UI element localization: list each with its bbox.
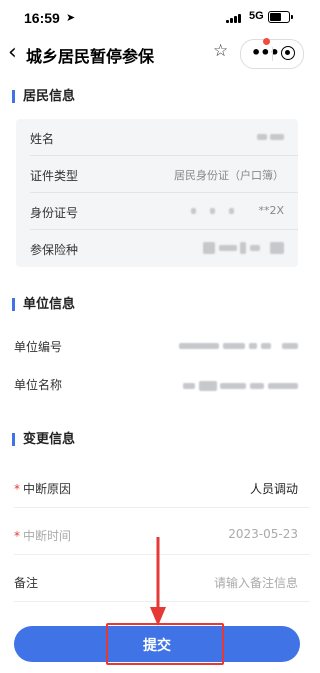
info-label: 参保险种 <box>30 243 79 257</box>
info-row-insurance-type: 参保险种 <box>16 230 298 267</box>
note-label: 备注 <box>14 576 39 590</box>
reason-picker[interactable]: * 中断原因 人员调动 <box>0 468 310 508</box>
info-row-name: 姓名 <box>16 119 298 156</box>
close-target-icon[interactable] <box>281 46 295 60</box>
unit-row-name: 单位名称 <box>0 364 310 404</box>
status-bar: 16:59 ➤ 5G <box>0 0 310 36</box>
info-row-id-number: 身份证号 **2X <box>16 193 298 230</box>
reason-label: * 中断原因 <box>14 482 72 496</box>
signal-icon <box>226 13 246 23</box>
reason-value: 人员调动 <box>249 482 298 496</box>
more-icon[interactable]: ••• <box>251 43 280 62</box>
info-value-blurred <box>203 241 284 254</box>
annotation-arrow-icon <box>150 537 166 626</box>
resident-info-card: 姓名 证件类型 居民身份证（户口簿） 身份证号 **2X 参保险种 <box>16 119 298 267</box>
unit-label: 单位编号 <box>14 340 63 354</box>
unit-value-blurred <box>179 338 298 352</box>
unit-row-code: 单位编号 <box>0 326 310 366</box>
unit-label: 单位名称 <box>14 378 63 392</box>
id-number-suffix: **2X <box>258 204 284 217</box>
network-type: 5G <box>249 10 264 22</box>
star-icon[interactable]: ☆ <box>213 41 228 61</box>
back-chevron-icon[interactable]: ‹ <box>8 40 17 65</box>
mini-program-capsule: ••• <box>240 38 304 69</box>
info-value: **2X <box>190 204 284 217</box>
section-title-change: 变更信息 <box>12 433 75 446</box>
info-row-id-type: 证件类型 居民身份证（户口簿） <box>16 156 298 193</box>
annotation-highlight-box <box>106 623 224 665</box>
section-title-unit: 单位信息 <box>12 298 75 311</box>
capsule-divider <box>272 47 273 61</box>
info-label: 姓名 <box>30 132 55 146</box>
unit-value-blurred <box>182 378 298 392</box>
status-time: 16:59 <box>24 10 60 26</box>
info-label: 证件类型 <box>30 169 79 183</box>
location-arrow-icon: ➤ <box>66 11 76 24</box>
info-label: 身份证号 <box>30 206 79 220</box>
section-title-resident: 居民信息 <box>12 90 75 103</box>
battery-icon <box>268 11 293 23</box>
info-value-blurred <box>256 130 284 143</box>
note-input[interactable]: 请输入备注信息 <box>214 574 298 591</box>
interrupt-time-label: * 中断时间 <box>14 529 72 543</box>
interrupt-time-value: 2023-05-23 <box>228 527 298 541</box>
page-title: 城乡居民暂停参保 <box>26 47 155 66</box>
notification-dot <box>263 38 270 45</box>
nav-bar: ‹ 城乡居民暂停参保 ☆ ••• <box>0 36 310 72</box>
info-value: 居民身份证（户口簿） <box>174 169 284 182</box>
